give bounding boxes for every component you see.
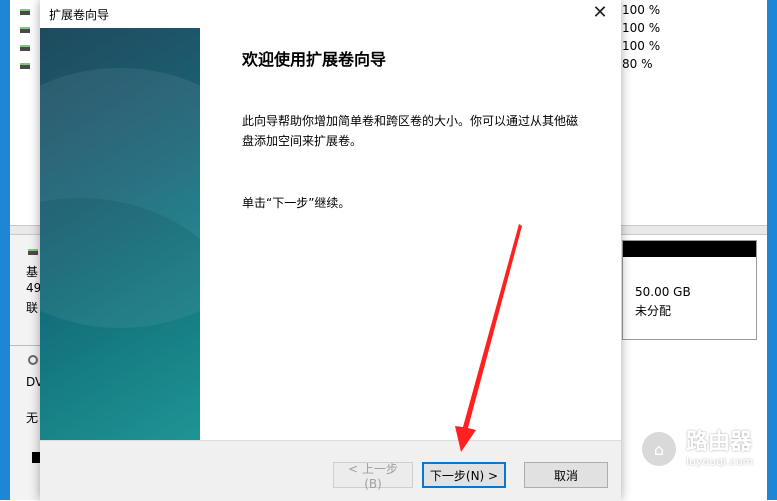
next-button[interactable]: 下一步(N) > (422, 462, 506, 488)
wizard-banner-art (40, 28, 200, 440)
close-button[interactable]: ✕ (587, 2, 613, 26)
disk-separator (10, 345, 40, 346)
drive-icon (20, 9, 30, 15)
volume-row[interactable] (20, 3, 30, 21)
dvd-icon (28, 355, 38, 365)
banner-wave (40, 198, 200, 440)
volume-free-percent: 80 % (622, 57, 653, 71)
volume-row[interactable] (20, 21, 30, 39)
disk-type-label: 基 (26, 265, 39, 279)
wizard-heading: 欢迎使用扩展卷向导 (242, 50, 387, 69)
dvd-status-label: 无 (26, 411, 39, 425)
router-logo-icon: ⌂ (640, 430, 678, 468)
extend-volume-wizard: 扩展卷向导 ✕ 欢迎使用扩展卷向导 此向导帮助你增加简单卷和跨区卷的大小。你可以… (40, 0, 621, 501)
drive-icon (20, 63, 30, 69)
volume-free-percent: 100 % (622, 3, 661, 17)
watermark-domain: luyouqi.com (686, 454, 754, 468)
dialog-titlebar[interactable]: 扩展卷向导 ✕ (40, 0, 621, 28)
watermark: ⌂ 路由器 luyouqi.com (640, 430, 753, 468)
unallocated-header-bar (623, 241, 756, 257)
drive-icon (20, 45, 30, 51)
dialog-title: 扩展卷向导 (49, 8, 110, 22)
desktop-edge-right (767, 0, 777, 500)
unallocated-size: 50.00 GB (635, 285, 691, 299)
disk-status-label: 联 (26, 301, 39, 315)
volume-free-percent: 100 % (622, 39, 661, 53)
desktop-edge-left (0, 0, 10, 500)
unallocated-partition[interactable]: 50.00 GB 未分配 (622, 240, 757, 340)
wizard-description: 此向导帮助你增加简单卷和跨区卷的大小。你可以通过从其他磁盘添加空间来扩展卷。 (242, 114, 579, 148)
cancel-button[interactable]: 取消 (524, 462, 608, 488)
close-icon: ✕ (592, 2, 608, 23)
wizard-continue-hint: 单击“下一步”继续。 (242, 196, 351, 210)
watermark-name: 路由器 (686, 429, 753, 455)
unallocated-label: 未分配 (635, 304, 672, 318)
back-button[interactable]: < 上一步(B) (333, 462, 413, 491)
volume-row[interactable] (20, 39, 30, 57)
disk-icon (28, 249, 38, 255)
drive-icon (20, 27, 30, 33)
wizard-button-bar: < 上一步(B) 下一步(N) > 取消 (40, 440, 621, 501)
wizard-content: 欢迎使用扩展卷向导 此向导帮助你增加简单卷和跨区卷的大小。你可以通过从其他磁盘添… (200, 28, 621, 440)
volume-free-percent: 100 % (622, 21, 661, 35)
disk-size-label: 49 (26, 281, 42, 295)
volume-row[interactable] (20, 57, 30, 75)
